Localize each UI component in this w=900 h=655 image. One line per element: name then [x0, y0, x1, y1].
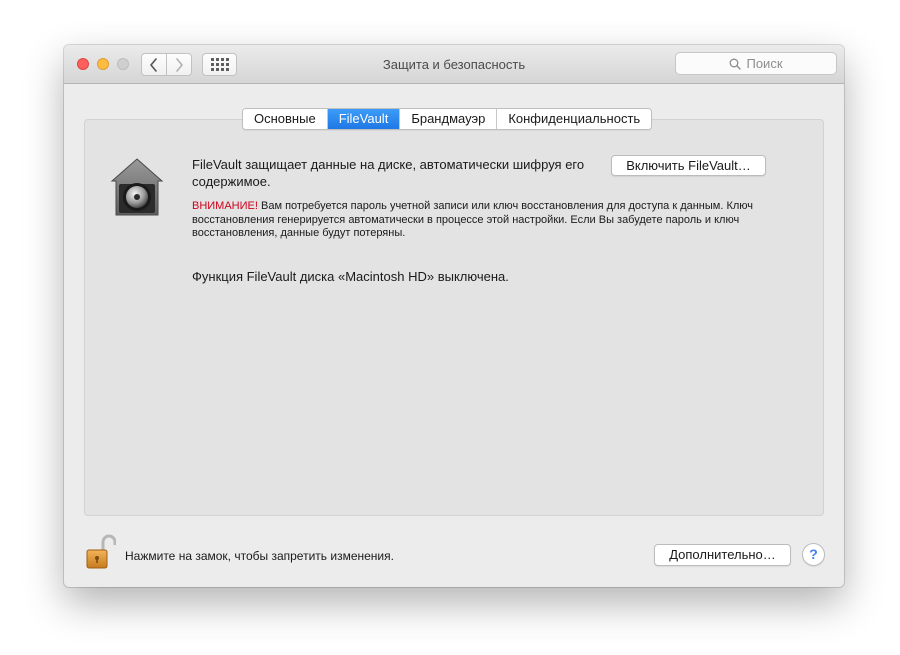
enable-filevault-button[interactable]: Включить FileVault… [611, 155, 766, 176]
search-field[interactable]: Поиск [675, 52, 837, 75]
title-bar: Защита и безопасность Поиск [64, 45, 844, 84]
lock-hint-text: Нажмите на замок, чтобы запретить измене… [125, 549, 394, 563]
help-button[interactable]: ? [802, 543, 825, 566]
tab-bar: Основные FileVault Брандмауэр Конфиденци… [242, 108, 653, 130]
filevault-status: Функция FileVault диска «Macintosh HD» в… [192, 269, 509, 284]
search-icon [730, 58, 742, 70]
warning-message: ВНИМАНИЕ! Вам потребуется пароль учетной… [192, 200, 782, 241]
advanced-button[interactable]: Дополнительно… [654, 544, 791, 566]
unlocked-lock-icon[interactable] [84, 533, 116, 571]
tab-filevault[interactable]: FileVault [327, 109, 401, 129]
tab-general[interactable]: Основные [243, 109, 328, 129]
warning-text: Вам потребуется пароль учетной записи ил… [192, 200, 754, 239]
filevault-icon [110, 158, 164, 216]
tab-firewall[interactable]: Брандмауэр [400, 109, 498, 129]
search-placeholder: Поиск [746, 56, 783, 71]
tab-privacy[interactable]: Конфиденциальность [497, 109, 652, 129]
filevault-description: FileVault защищает данные на диске, авто… [192, 157, 585, 189]
preferences-window: Защита и безопасность Поиск Основные Fil… [64, 45, 844, 587]
warning-label: ВНИМАНИЕ! [192, 200, 258, 212]
